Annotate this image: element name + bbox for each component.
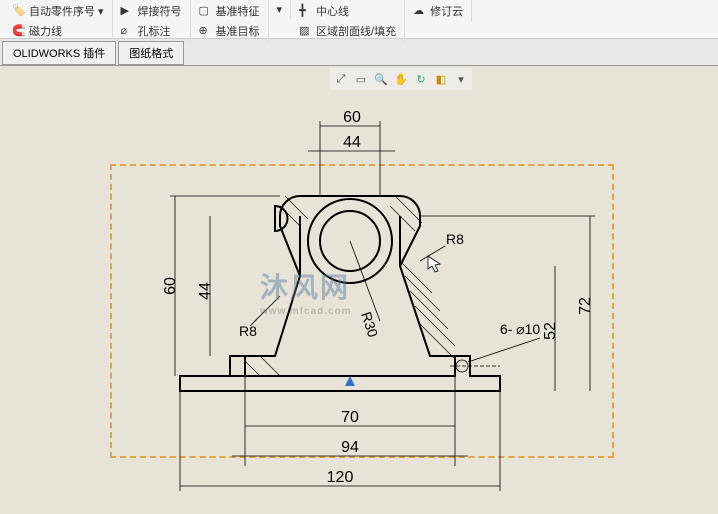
auto-balloon-button[interactable]: 🏷️ 自动零件序号 ▾ [6,1,110,21]
hole-icon: ⌀ [121,24,135,38]
area-hatch-button[interactable]: ▨ 区域剖面线/填充 [293,21,402,41]
ribbon-toolbar: 🏷️ 自动零件序号 ▾ 🧲 磁力线 ▶ 焊接符号 ⌀ 孔标注 ▢ 基准特征 ⊕ … [0,0,718,39]
dim-top-44: 44 [343,134,361,151]
tag-icon: 🏷️ [12,4,26,18]
datum-target-button[interactable]: ⊕ 基准目标 [193,21,266,41]
dim-right-72: 72 [577,297,594,315]
drawing-canvas[interactable]: ⤢ ▭ 🔍 ✋ ↻ ◧ ▾ [0,66,718,514]
weld-icon: ▶ [121,4,135,18]
revision-cloud-button[interactable]: ☁ 修订云 [407,1,469,21]
dim-bot-70: 70 [341,409,359,426]
label: 基准特征 [216,3,260,19]
label: 区域剖面线/填充 [316,23,396,39]
dim-bot-94: 94 [341,439,359,456]
dim-bot-120: 120 [327,469,354,486]
dim-hole: 6- ⌀10 [500,321,541,337]
magnetic-line-button[interactable]: 🧲 磁力线 [6,21,110,41]
dim-r8-left: R8 [239,323,257,339]
cursor-icon [428,256,440,272]
label: 基准目标 [216,23,260,39]
dim-left-60: 60 [162,277,179,295]
dim-r30: R30 [358,310,381,340]
label: 孔标注 [138,23,171,39]
cloud-icon: ☁ [413,4,427,18]
origin-marker [345,376,355,386]
datum-icon: ▢ [199,4,213,18]
dim-top-60: 60 [343,109,361,126]
target-icon: ⊕ [199,24,213,38]
hatch-icon: ▨ [299,24,313,38]
label: 磁力线 [29,23,62,39]
label: 修订云 [430,3,463,19]
dropdown-button[interactable]: ▾ [271,1,289,18]
magnet-icon: 🧲 [12,24,26,38]
document-tabs: OLIDWORKS 插件 图纸格式 [0,39,718,66]
dim-left-44: 44 [197,282,214,300]
chevron-down-icon: ▾ [98,5,104,18]
tab-solidworks-addin[interactable]: OLIDWORKS 插件 [2,41,116,65]
dim-r8-right: R8 [446,231,464,247]
datum-feature-button[interactable]: ▢ 基准特征 [193,1,266,21]
dim-right-52: 52 [542,322,559,340]
chevron-down-icon: ▾ [277,3,283,16]
hole-callout-button[interactable]: ⌀ 孔标注 [115,21,188,41]
label: 中心线 [316,3,349,19]
weld-symbol-button[interactable]: ▶ 焊接符号 [115,1,188,21]
label: 焊接符号 [138,3,182,19]
tab-sheet-format[interactable]: 图纸格式 [118,41,184,65]
label: 自动零件序号 [29,3,95,19]
centerline-icon: ╋ [299,4,313,18]
drawing-view: 60 44 60 44 R8 R8 R30 6- ⌀10 72 52 70 [0,66,718,514]
centerline-button[interactable]: ╋ 中心线 [293,1,402,21]
